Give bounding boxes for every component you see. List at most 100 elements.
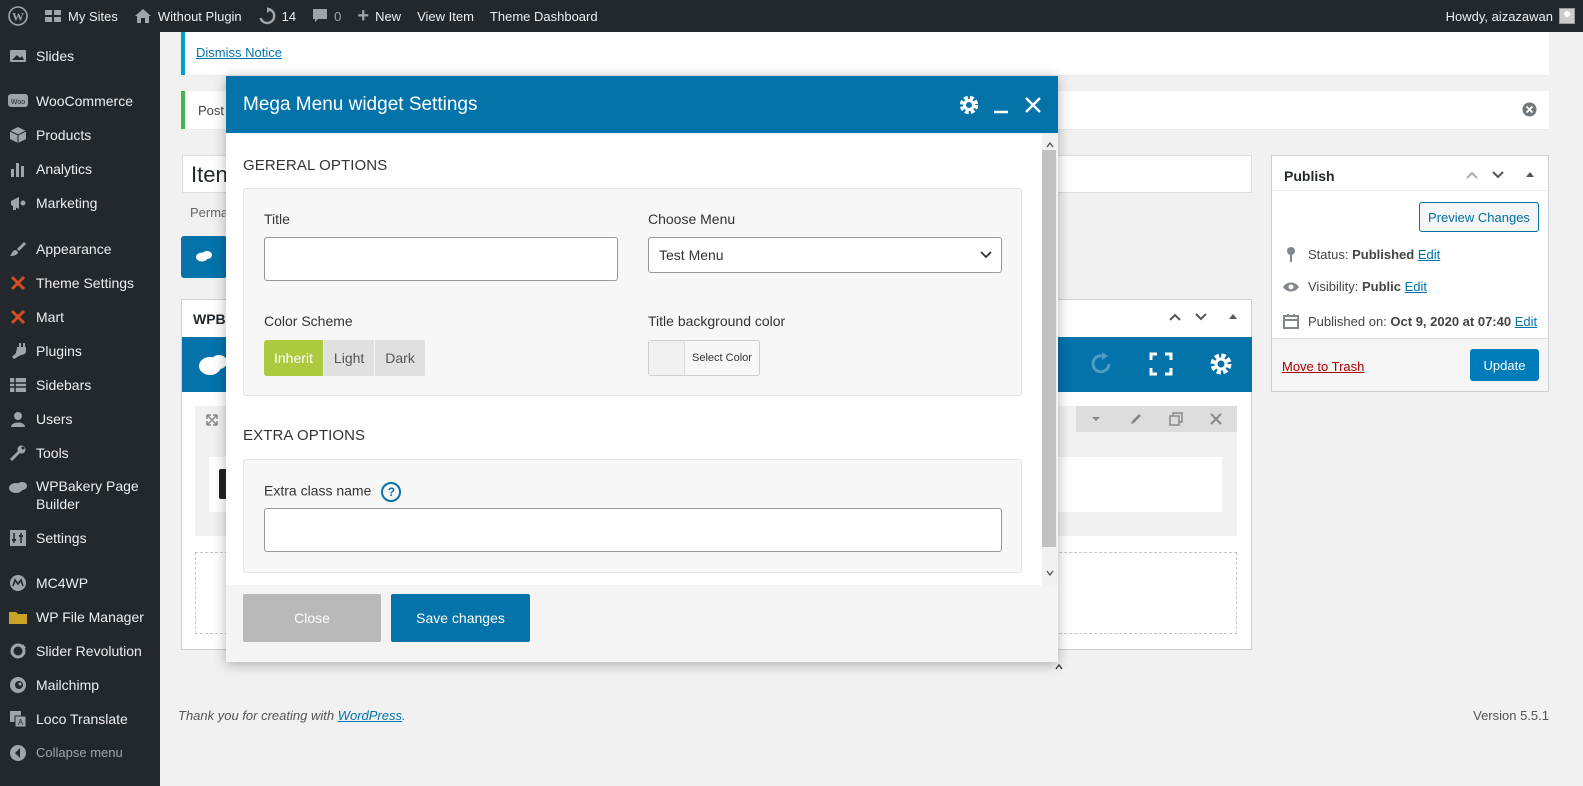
sidebar-item-label: Mailchimp (36, 677, 100, 693)
howdy-label: Howdy, aizazawan (1445, 8, 1553, 24)
row-clone-icon[interactable] (1156, 406, 1196, 432)
row-dropdown-icon[interactable] (1076, 406, 1116, 432)
mart-icon (8, 307, 28, 327)
mega-menu-settings-modal: Mega Menu widget Settings GERERAL OPTION… (226, 76, 1058, 662)
sidebar-item-tools[interactable]: Tools (0, 443, 160, 463)
published-on-edit-link[interactable]: Edit (1515, 314, 1537, 329)
close-notice-icon[interactable] (1522, 102, 1537, 120)
sidebar-item-theme-settings[interactable]: Theme Settings (0, 273, 160, 293)
redo-icon[interactable] (1089, 351, 1115, 380)
general-options-group: Title Choose Menu Test Menu Color Scheme… (243, 188, 1022, 396)
scroll-down-icon[interactable] (1046, 565, 1054, 580)
updates-icon (258, 7, 276, 25)
preview-changes-button[interactable]: Preview Changes (1419, 202, 1539, 232)
wordpress-logo-icon[interactable]: W (0, 0, 36, 32)
update-button[interactable]: Update (1470, 349, 1539, 381)
move-down-icon[interactable] (1194, 310, 1208, 327)
sidebar-item-label: Slider Revolution (36, 643, 142, 659)
color-scheme-dark[interactable]: Dark (375, 340, 426, 376)
title-bg-color-picker[interactable]: Select Color (648, 340, 760, 376)
view-item-link[interactable]: View Item (409, 0, 482, 32)
sidebar-item-plugins[interactable]: Plugins (0, 341, 160, 361)
extra-options-group: Extra class name? (243, 459, 1022, 573)
extra-class-input[interactable] (264, 508, 1002, 552)
comments-link[interactable]: 0 (304, 0, 349, 32)
modal-resize-caret-icon (1055, 659, 1063, 674)
save-changes-button[interactable]: Save changes (391, 594, 530, 642)
woocommerce-icon: Woo (8, 91, 28, 111)
modal-title: Mega Menu widget Settings (243, 93, 478, 115)
color-scheme-label: Color Scheme (264, 313, 353, 329)
help-icon[interactable]: ? (381, 482, 402, 502)
row-expand-icon[interactable] (205, 413, 219, 430)
svg-text:A: A (18, 718, 24, 727)
row-delete-icon[interactable] (1196, 406, 1236, 432)
theme-dashboard-link[interactable]: Theme Dashboard (482, 0, 606, 32)
row-edit-icon[interactable] (1116, 406, 1156, 432)
wpbakery-logo-icon (198, 349, 228, 382)
plus-icon: + (357, 4, 370, 27)
my-sites-menu[interactable]: My Sites (36, 0, 126, 32)
move-to-trash-link[interactable]: Move to Trash (1282, 359, 1364, 374)
status-edit-link[interactable]: Edit (1418, 247, 1440, 262)
collapse-menu[interactable]: Collapse menu (0, 743, 160, 763)
choose-menu-select[interactable]: Test Menu (648, 237, 1002, 273)
sidebar-item-loco-translate[interactable]: A Loco Translate (0, 709, 160, 729)
sidebar-item-marketing[interactable]: Marketing (0, 193, 160, 213)
permalink-label: Perma (190, 205, 229, 220)
sidebar-item-mailchimp[interactable]: Mailchimp (0, 675, 160, 695)
admin-bar: W My Sites Without Plugin 14 0 + New Vie… (0, 0, 1583, 32)
publish-move-up-icon[interactable] (1465, 168, 1479, 185)
sidebar-item-label: WP File Manager (36, 609, 144, 625)
sidebar-item-label: WPBakery Page Builder (36, 478, 139, 512)
close-button[interactable]: Close (243, 594, 381, 642)
wpbakery-toggle-button[interactable] (181, 236, 227, 278)
publish-toggle-icon[interactable] (1524, 168, 1536, 183)
sidebar-item-slides[interactable]: Slides (0, 46, 160, 66)
sidebar-item-mc4wp[interactable]: MC4WP (0, 573, 160, 593)
dismiss-notice-link[interactable]: Dismiss Notice (196, 45, 282, 60)
admin-notice: Dismiss Notice (181, 32, 1549, 75)
sidebar-item-woocommerce[interactable]: Woo WooCommerce (0, 91, 160, 111)
color-scheme-light[interactable]: Light (323, 340, 376, 376)
sidebar-item-wp-file-manager[interactable]: WP File Manager (0, 607, 160, 627)
tools-icon (8, 443, 28, 463)
sidebar-item-sidebars[interactable]: Sidebars (0, 375, 160, 395)
sidebar-item-analytics[interactable]: Analytics (0, 159, 160, 179)
updates-link[interactable]: 14 (250, 0, 304, 32)
general-options-heading: GERERAL OPTIONS (243, 157, 388, 174)
analytics-icon (8, 159, 28, 179)
sidebars-icon (8, 375, 28, 395)
site-name-menu[interactable]: Without Plugin (126, 0, 250, 32)
account-menu[interactable]: Howdy, aizazawan (1446, 8, 1583, 24)
sidebar-item-mart[interactable]: Mart (0, 307, 160, 327)
home-icon (134, 8, 152, 24)
new-label: New (375, 8, 402, 24)
settings-gear-icon[interactable] (1208, 351, 1234, 380)
marketing-icon (8, 193, 28, 213)
publish-move-down-icon[interactable] (1491, 168, 1505, 185)
scrollbar-thumb[interactable] (1042, 150, 1056, 547)
sidebar-item-label: MC4WP (36, 575, 89, 591)
color-scheme-inherit[interactable]: Inherit (264, 340, 324, 376)
visibility-edit-link[interactable]: Edit (1405, 279, 1427, 294)
sidebar-item-label: Mart (36, 309, 64, 325)
sidebar-item-label: Marketing (36, 195, 98, 211)
move-up-icon[interactable] (1168, 310, 1182, 327)
users-icon (8, 409, 28, 429)
sidebar-item-appearance[interactable]: Appearance (0, 239, 160, 259)
sidebar-item-products[interactable]: Products (0, 125, 160, 145)
modal-minimize-icon[interactable] (990, 94, 1012, 116)
sidebar-item-wpbakery[interactable]: WPBakery Page Builder (0, 477, 160, 513)
sidebar-item-slider-revolution[interactable]: Slider Revolution (0, 641, 160, 661)
title-input[interactable] (264, 237, 618, 281)
wordpress-link[interactable]: WordPress (338, 708, 402, 723)
sidebar-item-users[interactable]: Users (0, 409, 160, 429)
toggle-panel-icon[interactable] (1227, 310, 1239, 325)
sidebar-item-settings[interactable]: Settings (0, 528, 160, 548)
published-on-row: Published on: Oct 9, 2020 at 07:40 Edit (1282, 313, 1537, 329)
fullscreen-icon[interactable] (1149, 352, 1173, 379)
modal-close-icon[interactable] (1022, 94, 1044, 116)
modal-settings-gear-icon[interactable] (958, 94, 980, 116)
new-content-menu[interactable]: + New (349, 0, 409, 32)
